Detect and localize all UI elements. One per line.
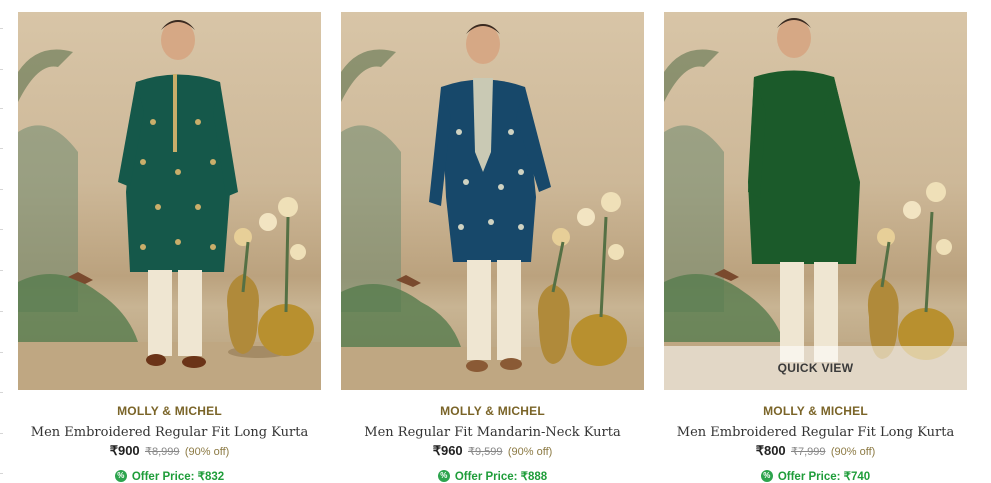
selling-price: ₹960	[432, 443, 463, 458]
product-photo-illustration	[341, 24, 644, 390]
price-row: ₹960 ₹9,599 (90% off)	[341, 443, 644, 459]
product-card[interactable]: MOLLY & MICHEL Men Regular Fit Mandarin-…	[341, 12, 644, 483]
offer-price: Offer Price: ₹888	[454, 471, 548, 483]
product-card[interactable]: MOLLY & MICHEL Men Embroidered Regular F…	[18, 12, 321, 483]
product-brand[interactable]: MOLLY & MICHEL	[341, 404, 644, 418]
discount-percent: (90% off)	[184, 446, 230, 458]
product-card[interactable]: QUICK VIEW MOLLY & MICHEL Men Embroidere…	[664, 12, 967, 483]
offer-price-row: % Offer Price: ₹888	[341, 469, 644, 483]
original-price: ₹9,599	[468, 446, 503, 458]
product-grid: MOLLY & MICHEL Men Embroidered Regular F…	[18, 12, 967, 483]
product-name[interactable]: Men Regular Fit Mandarin-Neck Kurta	[341, 425, 644, 440]
offer-tag-icon: %	[760, 470, 773, 482]
product-photo-illustration	[664, 18, 967, 390]
product-brand[interactable]: MOLLY & MICHEL	[664, 404, 967, 418]
product-photo-illustration	[18, 20, 321, 390]
selling-price: ₹900	[109, 443, 140, 458]
discount-percent: (90% off)	[830, 446, 876, 458]
offer-tag-icon: %	[437, 470, 450, 482]
original-price: ₹8,999	[145, 446, 180, 458]
offer-price-row: % Offer Price: ₹832	[18, 469, 321, 483]
selling-price: ₹800	[755, 443, 786, 458]
offer-price: Offer Price: ₹832	[131, 471, 225, 483]
product-name[interactable]: Men Embroidered Regular Fit Long Kurta	[664, 425, 967, 440]
product-image[interactable]: QUICK VIEW	[664, 12, 967, 390]
product-brand[interactable]: MOLLY & MICHEL	[18, 404, 321, 418]
product-image[interactable]	[18, 12, 321, 390]
original-price: ₹7,999	[791, 446, 826, 458]
left-edge-ticks	[0, 0, 4, 483]
offer-price-row: % Offer Price: ₹740	[664, 469, 967, 483]
offer-tag-icon: %	[114, 470, 127, 482]
discount-percent: (90% off)	[507, 446, 553, 458]
price-row: ₹900 ₹8,999 (90% off)	[18, 443, 321, 459]
offer-price: Offer Price: ₹740	[777, 471, 871, 483]
quick-view-button[interactable]: QUICK VIEW	[664, 346, 967, 390]
product-name[interactable]: Men Embroidered Regular Fit Long Kurta	[18, 425, 321, 440]
product-image[interactable]	[341, 12, 644, 390]
price-row: ₹800 ₹7,999 (90% off)	[664, 443, 967, 459]
